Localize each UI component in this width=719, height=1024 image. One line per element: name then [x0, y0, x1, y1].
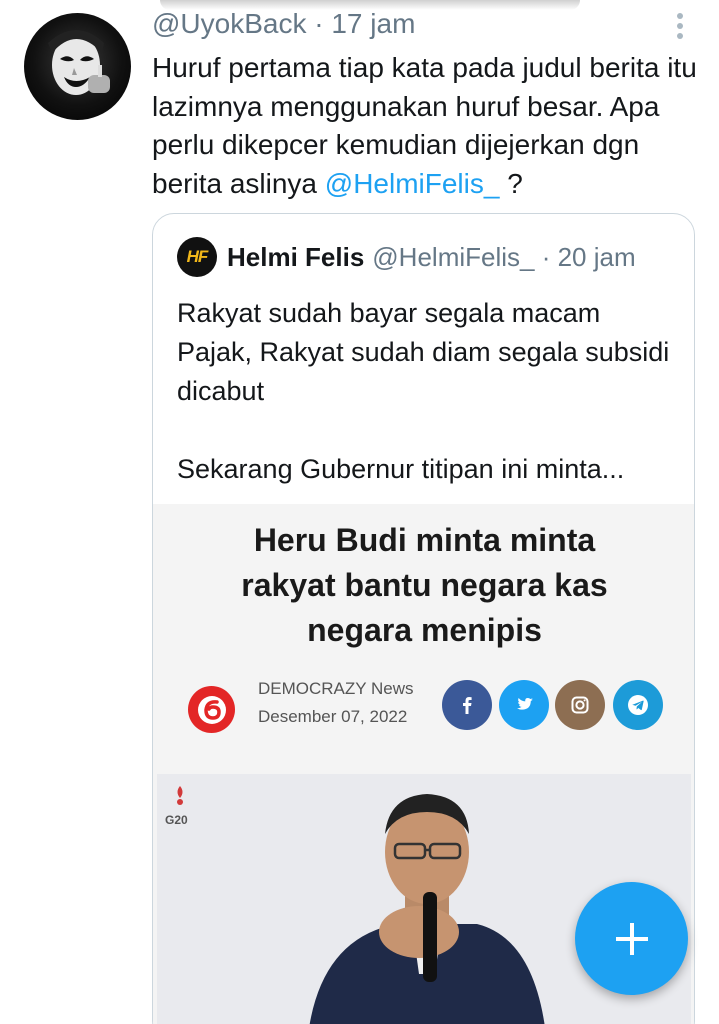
mask-avatar-image: [48, 30, 110, 95]
democrazy-logo-icon: [188, 686, 235, 733]
avatar[interactable]: [24, 13, 131, 120]
headline-line: negara menipis: [307, 612, 542, 648]
news-source-name: DEMOCRAZY News: [258, 679, 414, 698]
tweet-text: Huruf pertama tiap kata pada judul berit…: [152, 49, 712, 203]
news-source-date: Desember 07, 2022: [258, 707, 408, 726]
facebook-icon: [442, 680, 492, 730]
quoted-header: HF Helmi Felis @HelmiFelis_ · 20 jam: [177, 236, 636, 278]
tweet-header: @UyokBack · 17 jam: [152, 8, 415, 40]
author-handle[interactable]: @UyokBack: [152, 8, 306, 39]
quoted-avatar: HF: [177, 237, 217, 277]
telegram-icon: [613, 680, 663, 730]
news-headline: Heru Budi minta minta rakyat bantu negar…: [153, 518, 694, 653]
headline-line: Heru Budi minta minta: [253, 522, 596, 558]
compose-button[interactable]: [575, 882, 688, 995]
more-vertical-icon[interactable]: [670, 10, 690, 44]
plus-icon: [615, 922, 648, 955]
header-separator: ·: [314, 8, 324, 39]
tweet-time[interactable]: 17 jam: [331, 8, 415, 39]
tweet-tail: ?: [499, 167, 523, 199]
quoted-text: Rakyat sudah bayar segala macam Pajak, R…: [177, 298, 670, 484]
headline-line: rakyat bantu negara kas: [241, 567, 608, 603]
quoted-author-meta: @HelmiFelis_ · 20 jam: [372, 241, 636, 272]
instagram-icon: [555, 680, 605, 730]
mention-link[interactable]: @HelmiFelis_: [325, 168, 500, 199]
twitter-icon: [499, 680, 549, 730]
quoted-author-name: Helmi Felis: [227, 241, 365, 272]
